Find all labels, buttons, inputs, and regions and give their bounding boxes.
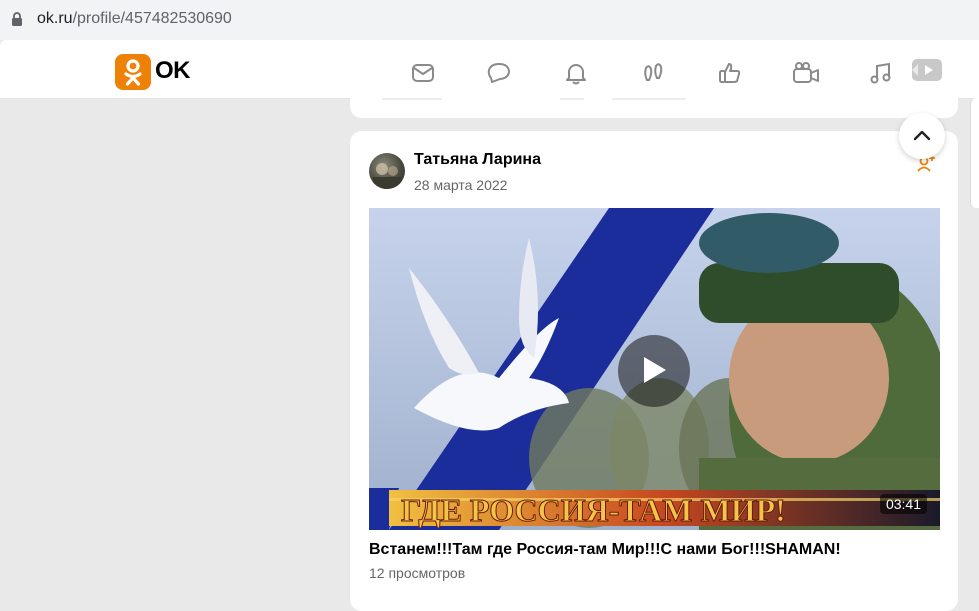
author-name[interactable]: Татьяна Ларина <box>414 151 541 169</box>
action-bar-divider <box>560 98 584 100</box>
guests-icon[interactable] <box>640 60 666 86</box>
logo-text[interactable]: OK <box>155 56 191 86</box>
music-icon[interactable] <box>868 60 894 86</box>
view-count: 12 просмотров <box>369 565 466 581</box>
messages-icon[interactable] <box>410 60 436 86</box>
scroll-to-top-button[interactable] <box>899 113 945 159</box>
video-icon[interactable] <box>792 60 819 86</box>
video-title[interactable]: Встанем!!!Там где Россия-там Мир!!!С нам… <box>369 541 841 559</box>
post-card: Татьяна Ларина 28 марта 2022 ГДЕ РОССИЯ-… <box>350 131 958 611</box>
video-duration: 03:41 <box>879 494 927 514</box>
url-text[interactable]: ok.ru/profile/457482530690 <box>37 9 232 29</box>
events-icon[interactable] <box>717 60 743 86</box>
discussions-icon[interactable] <box>486 60 512 86</box>
action-bar-divider <box>382 98 442 100</box>
post-date[interactable]: 28 марта 2022 <box>414 177 507 193</box>
play-button[interactable] <box>618 335 690 407</box>
url-domain: ok.ru <box>37 10 73 27</box>
url-path: /profile/457482530690 <box>72 10 232 27</box>
video-player[interactable]: ГДЕ РОССИЯ-ТАМ МИР! 03:41 <box>369 208 940 530</box>
avatar[interactable] <box>369 153 405 189</box>
ok-logo-icon[interactable] <box>115 54 151 90</box>
video-showcase-icon[interactable] <box>912 59 942 81</box>
action-bar-divider <box>612 98 686 100</box>
previous-post-card-edge <box>350 98 958 118</box>
lock-icon <box>11 12 23 31</box>
browser-address-bar[interactable]: ok.ru/profile/457482530690 <box>0 0 979 40</box>
video-banner-text: ГДЕ РОССИЯ-ТАМ МИР! <box>401 492 786 528</box>
top-navigation: OK <box>0 40 979 98</box>
notifications-icon[interactable] <box>563 60 589 86</box>
right-panel-edge <box>970 98 979 208</box>
